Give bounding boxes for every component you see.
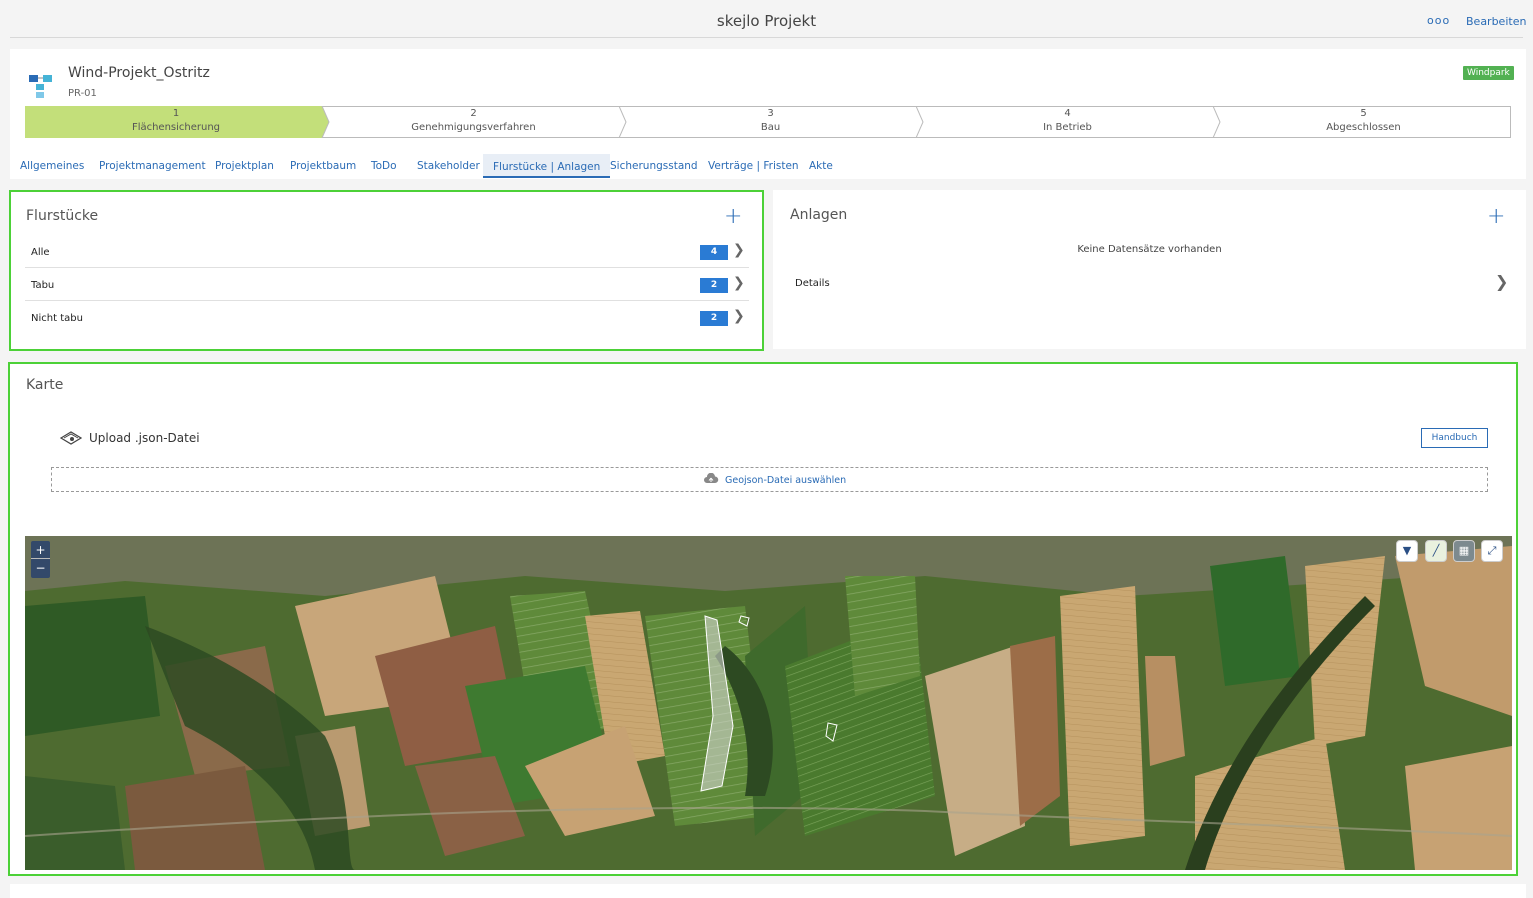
filter-icon[interactable]: ▼ [1396, 540, 1418, 562]
step-number: 4 [1064, 108, 1071, 119]
file-dropzone[interactable]: Geojson-Datei auswählen [51, 467, 1488, 492]
tab-projektmanagement[interactable]: Projektmanagement [99, 160, 206, 172]
project-id: PR-01 [68, 88, 97, 99]
list-item[interactable]: Tabu 2 ❯ [25, 268, 749, 301]
project-header: Wind-Projekt_Ostritz PR-01 Windpark 1 Fl… [10, 49, 1526, 179]
cloud-upload-icon [704, 473, 719, 483]
karte-panel: Karte Upload .json-Datei Handbuch Geojso… [8, 362, 1518, 876]
fullscreen-icon[interactable]: ⤢ [1481, 540, 1503, 562]
tab-vertraege-fristen[interactable]: Verträge | Fristen [708, 160, 799, 172]
draw-icon[interactable]: ╱ [1425, 540, 1447, 562]
step-4[interactable]: 4 In Betrieb [919, 106, 1216, 138]
step-2[interactable]: 2 Genehmigungsverfahren [325, 106, 622, 138]
list-item-label: Nicht tabu [31, 313, 83, 324]
map-imagery [25, 536, 1512, 870]
step-label: Bau [760, 122, 781, 133]
tab-flurstuecke-anlagen[interactable]: Flurstücke | Anlagen [483, 154, 611, 178]
plus-icon[interactable]: + [1487, 206, 1505, 228]
zoom-control: + − [31, 541, 50, 578]
step-label: Abgeschlossen [1326, 122, 1401, 133]
anlagen-panel: Anlagen + Keine Datensätze vorhanden Det… [773, 190, 1526, 349]
count-badge: 2 [700, 278, 728, 293]
tab-allgemeines[interactable]: Allgemeines [20, 160, 84, 172]
tab-projektplan[interactable]: Projektplan [215, 160, 274, 172]
footer-strip [10, 884, 1526, 898]
step-3[interactable]: 3 Bau [622, 106, 919, 138]
layers-icon[interactable]: ▦ [1453, 540, 1475, 562]
count-badge: 4 [700, 245, 728, 260]
project-name: Wind-Projekt_Ostritz [68, 65, 210, 81]
edit-button[interactable]: Bearbeiten [1466, 15, 1526, 28]
step-number: 1 [172, 108, 180, 119]
step-number: 3 [767, 108, 774, 119]
tab-sicherungsstand[interactable]: Sicherungsstand [610, 160, 698, 172]
chevron-right-icon: ❯ [733, 242, 745, 258]
list-item[interactable]: Nicht tabu 2 ❯ [25, 301, 749, 334]
list-item-label: Tabu [31, 280, 55, 291]
tab-todo[interactable]: ToDo [371, 160, 397, 172]
more-options-button[interactable]: ooo [1427, 14, 1450, 27]
step-1[interactable]: 1 Flächensicherung [25, 106, 327, 138]
chevron-right-icon: ❯ [733, 308, 745, 324]
phase-stepper: 1 Flächensicherung 2 Genehmigungsverfahr… [25, 106, 1511, 138]
handbuch-button[interactable]: Handbuch [1421, 428, 1488, 448]
list-item-label: Alle [31, 247, 50, 258]
step-label: In Betrieb [1043, 122, 1092, 133]
panel-title: Anlagen [790, 207, 848, 223]
plus-icon[interactable]: + [724, 206, 742, 228]
satellite-map[interactable]: + − ▼ ╱ ▦ ⤢ [25, 536, 1512, 870]
app-title: skejlo Projekt [716, 12, 817, 30]
flurstuecke-panel: Flurstücke + Alle 4 ❯ Tabu 2 ❯ Nicht tab… [9, 190, 764, 351]
dropzone-label: Geojson-Datei auswählen [725, 475, 847, 486]
tab-stakeholder[interactable]: Stakeholder [417, 160, 480, 172]
upload-icon [60, 431, 82, 445]
step-label: Genehmigungsverfahren [411, 122, 536, 133]
tab-akte[interactable]: Akte [809, 160, 833, 172]
list-item[interactable]: Alle 4 ❯ [25, 235, 749, 268]
upload-title: Upload .json-Datei [89, 431, 200, 445]
chevron-right-icon: ❯ [733, 275, 745, 291]
step-5[interactable]: 5 Abgeschlossen [1216, 106, 1511, 138]
tab-bar: Allgemeines Projektmanagement Projektpla… [10, 154, 1526, 179]
status-badge: Windpark [1463, 66, 1514, 80]
chevron-right-icon[interactable]: ❯ [1495, 272, 1508, 291]
empty-message: Keine Datensätze vorhanden [1077, 244, 1222, 255]
divider [10, 37, 1523, 38]
step-number: 5 [1360, 108, 1367, 119]
step-label: Flächensicherung [131, 122, 221, 133]
count-badge: 2 [700, 311, 728, 326]
details-link[interactable]: Details [795, 278, 830, 289]
zoom-out-button[interactable]: − [31, 559, 50, 577]
step-number: 2 [470, 108, 477, 119]
zoom-in-button[interactable]: + [31, 541, 50, 559]
logo-icon [29, 75, 52, 98]
tab-projektbaum[interactable]: Projektbaum [290, 160, 356, 172]
panel-title: Karte [26, 377, 64, 393]
top-bar: skejlo Projekt ooo Bearbeiten [0, 0, 1533, 38]
panel-title: Flurstücke [26, 208, 99, 224]
